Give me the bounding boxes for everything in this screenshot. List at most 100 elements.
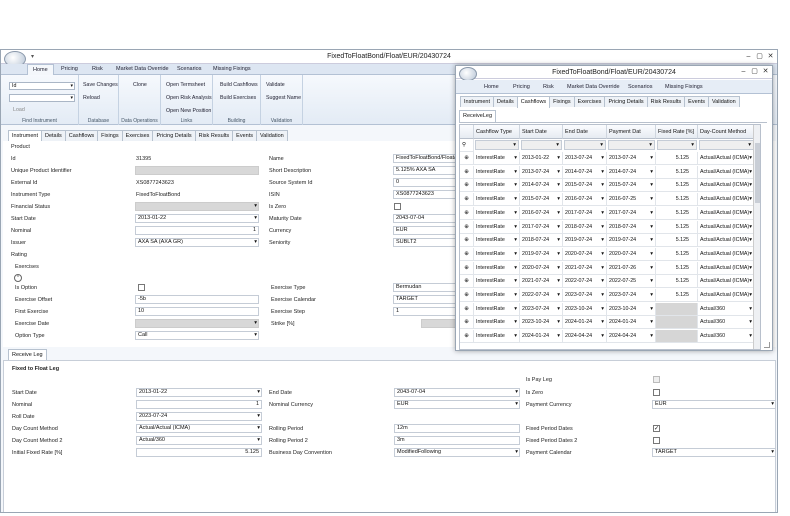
tab-details[interactable]: Details bbox=[492, 96, 518, 107]
cell-end-date[interactable]: 2024-01-24 bbox=[563, 316, 607, 330]
column-header-cashflow-type[interactable]: Cashflow Type bbox=[474, 125, 520, 139]
tab-events[interactable]: Events bbox=[684, 96, 709, 107]
collapse-exercises-icon[interactable]: ⌃ bbox=[14, 274, 22, 282]
tab-events[interactable]: Events bbox=[232, 130, 257, 141]
cell-cashflow-type[interactable]: InterestRate bbox=[474, 330, 520, 344]
cell-end-date[interactable]: 2018-07-24 bbox=[563, 220, 607, 234]
tab-exercises[interactable]: Exercises bbox=[121, 130, 154, 141]
scroll-thumb[interactable] bbox=[755, 143, 760, 203]
cell-end-date[interactable]: 2023-07-24 bbox=[563, 289, 607, 302]
cell-end-date[interactable]: 2017-07-24 bbox=[563, 206, 607, 220]
payment-currency-select[interactable]: EUR bbox=[652, 400, 776, 409]
expand-row-icon[interactable]: ⊕ bbox=[460, 316, 474, 330]
cell-end-date[interactable]: 2021-07-24 bbox=[563, 261, 607, 275]
expand-row-icon[interactable]: ⊕ bbox=[460, 289, 474, 302]
cell-fixed-rate[interactable] bbox=[656, 316, 698, 330]
column-header-start-date[interactable]: Start Date bbox=[520, 125, 563, 139]
expand-row-icon[interactable]: ⊕ bbox=[460, 247, 474, 261]
tab-details[interactable]: Details bbox=[40, 130, 66, 141]
maximize-icon[interactable]: ▢ bbox=[750, 68, 759, 76]
cell-day-count-method[interactable]: Actual/Actual (ICMA) bbox=[698, 289, 755, 302]
exercise-type-select[interactable]: Bermudan bbox=[393, 283, 457, 292]
tab-cashflows[interactable]: Cashflows bbox=[516, 96, 551, 108]
ribbon-tab-risk[interactable]: Risk bbox=[92, 66, 103, 72]
cell-cashflow-type[interactable]: InterestRate bbox=[474, 152, 520, 165]
leg-nominal-field[interactable]: 1 bbox=[136, 400, 262, 409]
cell-fixed-rate[interactable]: 5.125 bbox=[656, 220, 698, 234]
cell-cashflow-type[interactable]: InterestRate bbox=[474, 316, 520, 330]
cell-payment-date[interactable]: 2017-07-24 bbox=[607, 206, 656, 220]
tab-instrument[interactable]: Instrument bbox=[460, 96, 494, 107]
tab-cashflows[interactable]: Cashflows bbox=[64, 130, 99, 141]
end-date-field[interactable]: 2043-07-04 bbox=[394, 388, 520, 397]
ribbon-tab-pricing[interactable]: Pricing bbox=[61, 66, 78, 72]
cell-fixed-rate[interactable]: 5.125 bbox=[656, 247, 698, 261]
cell-day-count-method[interactable]: Actual/Actual (ICMA) bbox=[698, 165, 755, 179]
start-date-field[interactable]: 2013-01-22 bbox=[135, 214, 259, 223]
ribbon-tab-market-data-override[interactable]: Market Data Override bbox=[567, 84, 620, 90]
cell-cashflow-type[interactable]: InterestRate bbox=[474, 275, 520, 289]
column-header-fixed-rate[interactable]: Fixed Rate [%] bbox=[656, 125, 698, 139]
cell-fixed-rate[interactable]: 5.125 bbox=[656, 261, 698, 275]
cell-start-date[interactable]: 2013-01-22 bbox=[520, 152, 563, 165]
cell-fixed-rate[interactable] bbox=[656, 302, 698, 316]
minimize-icon[interactable]: – bbox=[744, 53, 753, 61]
vertical-scrollbar[interactable] bbox=[753, 125, 760, 349]
day-count-method-2-select[interactable]: Actual/360 bbox=[136, 436, 262, 445]
nominal-currency-select[interactable]: EUR bbox=[394, 400, 520, 409]
filter-icon[interactable]: ⚲ bbox=[460, 139, 474, 152]
cell-start-date[interactable]: 2020-07-24 bbox=[520, 261, 563, 275]
cell-cashflow-type[interactable]: InterestRate bbox=[474, 179, 520, 193]
cell-cashflow-type[interactable]: InterestRate bbox=[474, 289, 520, 302]
financial-status-select[interactable] bbox=[135, 202, 259, 211]
cell-day-count-method[interactable]: Actual/Actual (ICMA) bbox=[698, 206, 755, 220]
cell-cashflow-type[interactable]: InterestRate bbox=[474, 220, 520, 234]
cell-cashflow-type[interactable]: InterestRate bbox=[474, 247, 520, 261]
initial-fixed-rate-field[interactable]: 5.125 bbox=[136, 448, 262, 457]
filter-payment-date[interactable] bbox=[608, 140, 655, 150]
cell-fixed-rate[interactable]: 5.125 bbox=[656, 289, 698, 302]
cell-day-count-method[interactable]: Actual/Actual (ICMA) bbox=[698, 152, 755, 165]
cell-start-date[interactable]: 2022-07-24 bbox=[520, 289, 563, 302]
cell-start-date[interactable]: 2013-07-24 bbox=[520, 165, 563, 179]
cell-payment-date[interactable]: 2018-07-24 bbox=[607, 220, 656, 234]
cell-payment-date[interactable]: 2016-07-25 bbox=[607, 193, 656, 207]
name-field[interactable]: FixedToFloatBond/Float/EUR/20430724 bbox=[393, 154, 457, 163]
rolling-period-2-field[interactable]: 3m bbox=[394, 436, 520, 445]
short-description-field[interactable]: 5.125% AXA SA bbox=[393, 166, 457, 175]
leg-is-zero-checkbox[interactable] bbox=[653, 389, 660, 396]
ribbon-tab-market-data-override[interactable]: Market Data Override bbox=[116, 66, 169, 72]
minimize-icon[interactable]: – bbox=[739, 68, 748, 76]
filter-fixed-rate[interactable] bbox=[657, 140, 697, 150]
expand-row-icon[interactable]: ⊕ bbox=[460, 179, 474, 193]
fixed-period-dates-checkbox[interactable]: ✓ bbox=[653, 425, 660, 432]
payment-calendar-select[interactable]: TARGET bbox=[652, 448, 776, 457]
cell-start-date[interactable]: 2014-07-24 bbox=[520, 179, 563, 193]
cell-cashflow-type[interactable]: InterestRate bbox=[474, 261, 520, 275]
day-count-method-select[interactable]: Actual/Actual (ICMA) bbox=[136, 424, 262, 433]
ribbon-tab-home[interactable]: Home bbox=[484, 84, 499, 90]
open-termsheet-button[interactable]: Open Termsheet bbox=[166, 82, 205, 88]
source-system-id-field[interactable]: 0 bbox=[393, 178, 457, 187]
filter-cashflow-type[interactable] bbox=[475, 140, 519, 150]
cell-start-date[interactable]: 2024-01-24 bbox=[520, 330, 563, 344]
expand-row-icon[interactable]: ⊕ bbox=[460, 152, 474, 165]
expand-row-icon[interactable]: ⊕ bbox=[460, 165, 474, 179]
is-option-checkbox[interactable] bbox=[138, 284, 145, 291]
cell-end-date[interactable]: 2014-07-24 bbox=[563, 165, 607, 179]
cell-fixed-rate[interactable] bbox=[656, 330, 698, 344]
cell-day-count-method[interactable]: Actual/Actual (ICMA) bbox=[698, 247, 755, 261]
is-zero-checkbox[interactable] bbox=[394, 203, 401, 210]
id-type-select[interactable]: Id bbox=[9, 82, 75, 90]
column-header-payment-date[interactable]: Payment Dat bbox=[607, 125, 656, 139]
option-type-select[interactable]: Call bbox=[135, 331, 259, 340]
cell-fixed-rate[interactable]: 5.125 bbox=[656, 206, 698, 220]
cell-cashflow-type[interactable]: InterestRate bbox=[474, 234, 520, 248]
tab-fixings[interactable]: Fixings bbox=[549, 96, 575, 107]
cell-cashflow-type[interactable]: InterestRate bbox=[474, 165, 520, 179]
cell-start-date[interactable]: 2015-07-24 bbox=[520, 193, 563, 207]
build-cashflows-button[interactable]: Build Cashflows bbox=[220, 82, 258, 88]
issuer-select[interactable]: AXA SA (AXA GR) bbox=[135, 238, 259, 247]
cell-payment-date[interactable]: 2021-07-26 bbox=[607, 261, 656, 275]
filter-end-date[interactable] bbox=[564, 140, 606, 150]
